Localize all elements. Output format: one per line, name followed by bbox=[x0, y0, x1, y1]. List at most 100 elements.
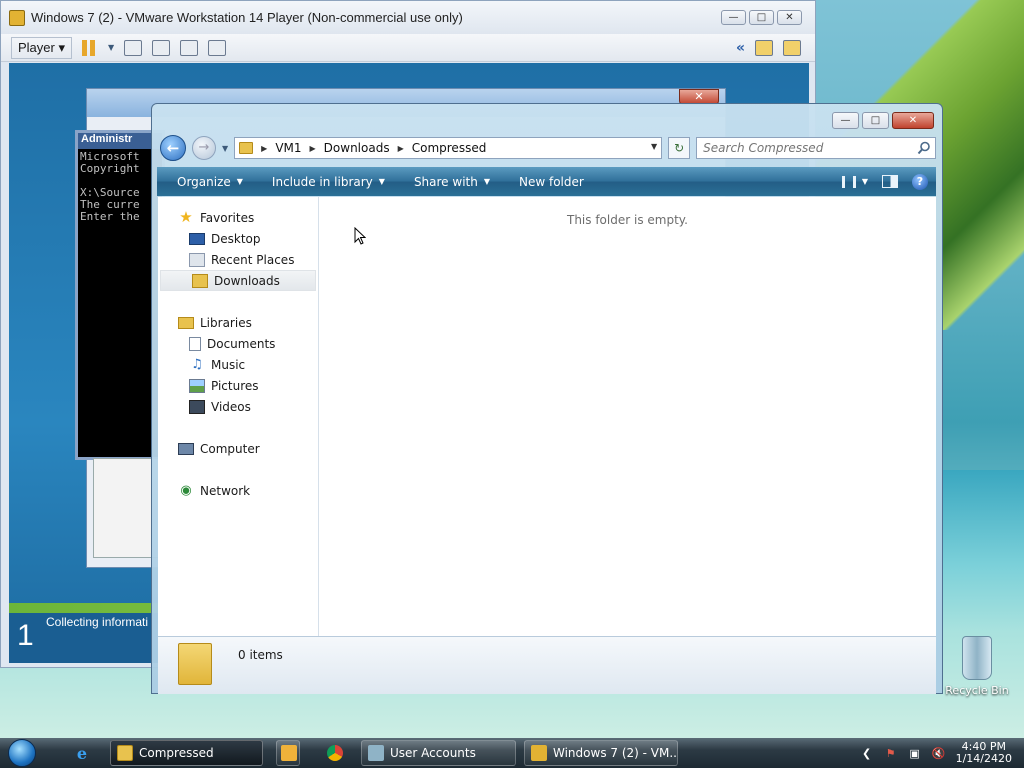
back-button[interactable]: ← bbox=[160, 135, 186, 161]
mouse-cursor-icon bbox=[354, 227, 366, 245]
explorer-caption-buttons: — □ ✕ bbox=[832, 112, 934, 129]
taskbar-item-vmware[interactable]: Windows 7 (2) - VM... bbox=[524, 740, 678, 766]
vmware-titlebar[interactable]: Windows 7 (2) - VMware Workstation 14 Pl… bbox=[1, 1, 815, 34]
preview-pane-icon[interactable] bbox=[882, 175, 898, 188]
computer-icon bbox=[178, 442, 194, 455]
libraries-icon bbox=[178, 316, 194, 329]
nav-favorites[interactable]: ★ Favorites bbox=[158, 207, 318, 228]
search-box[interactable] bbox=[696, 137, 936, 159]
nav-documents[interactable]: Documents bbox=[158, 333, 318, 354]
pause-dropdown-icon[interactable]: ▼ bbox=[108, 43, 114, 52]
nav-downloads[interactable]: Downloads bbox=[160, 270, 316, 291]
vm-messages-icon[interactable] bbox=[755, 39, 773, 56]
chrome-icon[interactable] bbox=[322, 740, 346, 766]
vmware-icon bbox=[531, 745, 547, 761]
fullscreen-icon[interactable] bbox=[180, 39, 199, 56]
install-step-number: 1 bbox=[17, 619, 34, 652]
nav-computer[interactable]: Computer bbox=[158, 438, 318, 459]
videos-icon bbox=[189, 399, 205, 414]
recent-places-icon bbox=[189, 252, 205, 267]
share-with-menu[interactable]: Share with ▼ bbox=[396, 175, 501, 189]
vmware-caption-buttons: — □ ✕ bbox=[721, 10, 802, 25]
nav-recent-places[interactable]: Recent Places bbox=[158, 249, 318, 270]
network-tray-icon[interactable]: ▣ bbox=[908, 746, 922, 760]
help-icon[interactable]: ? bbox=[912, 173, 928, 190]
nav-label: Computer bbox=[200, 441, 260, 456]
star-icon: ★ bbox=[179, 208, 193, 226]
vm-settings-icon[interactable] bbox=[783, 39, 801, 56]
nav-music[interactable]: ♫ Music bbox=[158, 354, 318, 375]
start-button[interactable] bbox=[0, 738, 44, 768]
breadcrumb: ▶ VM1 ▶ Downloads ▶ Compressed bbox=[261, 141, 486, 155]
media-player-icon[interactable] bbox=[276, 740, 300, 766]
install-step-label: Collecting informati bbox=[46, 615, 149, 629]
include-in-library-menu[interactable]: Include in library ▼ bbox=[254, 175, 396, 189]
unity-icon[interactable] bbox=[208, 39, 227, 56]
show-hidden-icons-icon[interactable]: ❮ bbox=[860, 746, 874, 760]
view-options-dropdown-icon[interactable]: ▼ bbox=[862, 177, 868, 186]
task-label: User Accounts bbox=[390, 746, 476, 760]
removable-devices-icon[interactable] bbox=[152, 39, 171, 56]
item-count: 0 items bbox=[238, 648, 283, 662]
folder-icon bbox=[239, 142, 254, 154]
music-note-icon: ♫ bbox=[191, 357, 203, 372]
breadcrumb-item[interactable]: Compressed bbox=[412, 141, 487, 155]
nav-label: Desktop bbox=[211, 231, 261, 246]
breadcrumb-chevron-icon[interactable]: ▶ bbox=[398, 144, 404, 153]
search-icon[interactable] bbox=[917, 141, 931, 155]
vmware-maximize-button[interactable]: □ bbox=[749, 10, 774, 25]
vmware-close-button[interactable]: ✕ bbox=[777, 10, 802, 25]
refresh-button[interactable]: ↻ bbox=[668, 137, 691, 159]
file-list-pane[interactable]: This folder is empty. bbox=[319, 197, 936, 636]
documents-icon bbox=[189, 336, 201, 351]
breadcrumb-item[interactable]: VM1 bbox=[275, 141, 301, 155]
taskbar-item-user-accounts[interactable]: User Accounts bbox=[361, 740, 516, 766]
recycle-bin[interactable]: Recycle Bin bbox=[942, 636, 1012, 697]
explorer-close-button[interactable]: ✕ bbox=[892, 112, 934, 129]
organize-menu[interactable]: Organize ▼ bbox=[157, 175, 254, 189]
taskbar-item-compressed[interactable]: Compressed bbox=[110, 740, 263, 766]
internet-explorer-icon[interactable]: e bbox=[70, 741, 94, 765]
nav-label: Documents bbox=[207, 336, 276, 351]
windows-logo-icon bbox=[8, 739, 36, 767]
view-controls: ▼ ? bbox=[841, 173, 936, 190]
explorer-maximize-button[interactable]: □ bbox=[862, 112, 889, 129]
search-input[interactable] bbox=[697, 138, 898, 158]
nav-label: Videos bbox=[211, 399, 251, 414]
breadcrumb-chevron-icon[interactable]: ▶ bbox=[310, 144, 316, 153]
system-tray: ❮ ⚑ ▣ 🔇 4:40 PM 1/14/2420 bbox=[860, 738, 1024, 768]
nav-label: Recent Places bbox=[211, 252, 295, 267]
folder-large-icon bbox=[178, 643, 212, 685]
player-menu-button[interactable]: Player ▾ bbox=[11, 36, 72, 59]
action-center-icon[interactable]: ⚑ bbox=[884, 746, 898, 760]
vmware-minimize-button[interactable]: — bbox=[721, 10, 746, 25]
command-prompt-output: Microsoft Copyright X:\Source The curre … bbox=[80, 150, 140, 223]
breadcrumb-chevron-icon[interactable]: ▶ bbox=[261, 144, 267, 153]
nav-videos[interactable]: Videos bbox=[158, 396, 318, 417]
network-icon: ◉ bbox=[180, 483, 192, 498]
clock[interactable]: 4:40 PM 1/14/2420 bbox=[956, 741, 1012, 765]
nav-pictures[interactable]: Pictures bbox=[158, 375, 318, 396]
change-view-icon[interactable] bbox=[841, 175, 856, 188]
nav-network[interactable]: ◉ Network bbox=[158, 480, 318, 501]
volume-muted-icon[interactable]: 🔇 bbox=[932, 746, 946, 760]
pause-icon[interactable] bbox=[82, 39, 98, 56]
empty-folder-message: This folder is empty. bbox=[567, 213, 688, 227]
new-folder-button[interactable]: New folder bbox=[501, 175, 595, 189]
collapse-toolbar-icon[interactable]: « bbox=[736, 40, 745, 56]
nav-label: Network bbox=[200, 483, 251, 498]
folder-icon bbox=[117, 745, 133, 761]
task-label: Windows 7 (2) - VM... bbox=[553, 746, 678, 760]
nav-label: Pictures bbox=[211, 378, 259, 393]
forward-button[interactable]: → bbox=[192, 136, 216, 160]
recycle-bin-icon bbox=[962, 636, 992, 680]
send-ctrl-alt-del-icon[interactable] bbox=[124, 39, 143, 56]
nav-libraries[interactable]: Libraries bbox=[158, 312, 318, 333]
explorer-minimize-button[interactable]: — bbox=[832, 112, 859, 129]
recent-pages-dropdown-icon[interactable]: ▼ bbox=[222, 144, 228, 153]
recycle-bin-label: Recycle Bin bbox=[945, 684, 1009, 697]
nav-desktop[interactable]: Desktop bbox=[158, 228, 318, 249]
address-bar[interactable]: ▶ VM1 ▶ Downloads ▶ Compressed ▼ bbox=[234, 137, 663, 159]
address-history-dropdown-icon[interactable]: ▼ bbox=[651, 142, 657, 151]
breadcrumb-item[interactable]: Downloads bbox=[324, 141, 390, 155]
